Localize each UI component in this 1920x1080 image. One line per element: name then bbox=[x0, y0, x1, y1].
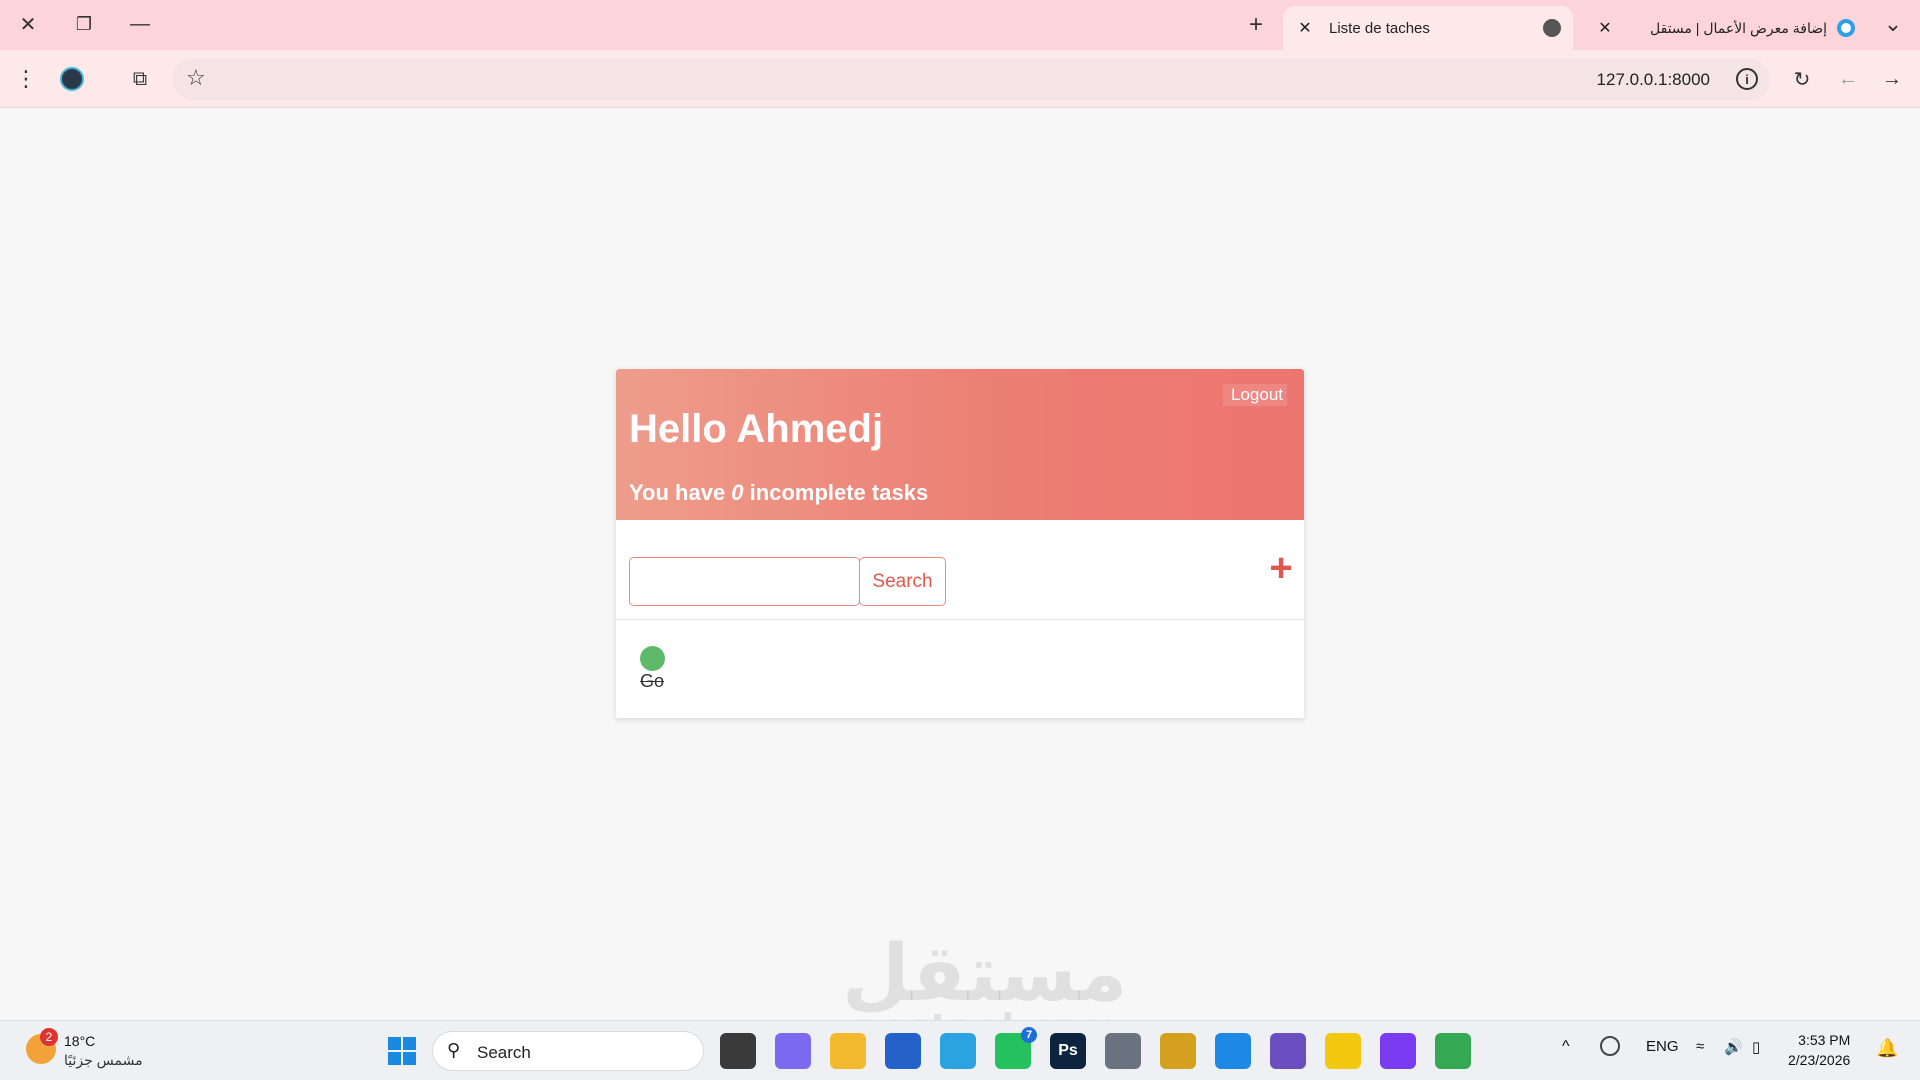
whatsapp-icon[interactable]: 7 bbox=[995, 1027, 1037, 1069]
file-explorer-icon[interactable] bbox=[830, 1033, 866, 1069]
clock-time: 3:53 PM bbox=[1798, 1032, 1851, 1048]
logout-link[interactable]: Logout bbox=[1223, 384, 1287, 406]
incomplete-summary: You have 0 incomplete tasks bbox=[629, 480, 928, 506]
tab-title: Liste de taches bbox=[1329, 19, 1430, 37]
menu-kebab-icon[interactable]: ⋮ bbox=[10, 63, 42, 95]
task-complete-status-icon bbox=[640, 646, 665, 671]
start-button[interactable] bbox=[384, 1033, 420, 1069]
task-list: Go bbox=[616, 620, 1304, 718]
tab-search-chevron-down-icon[interactable]: ⌄ bbox=[1866, 6, 1920, 42]
wifi-icon[interactable]: ≈ bbox=[1696, 1038, 1704, 1055]
window-minimize-icon[interactable]: — bbox=[112, 6, 168, 42]
tab-mostaql[interactable]: ✕ إضافة معرض الأعمال | مستقل bbox=[1583, 6, 1867, 50]
search-input[interactable] bbox=[629, 557, 860, 606]
notification-badge: 7 bbox=[1021, 1027, 1037, 1043]
window-close-icon[interactable]: ✕ bbox=[0, 6, 56, 42]
calculator-icon[interactable] bbox=[1105, 1033, 1141, 1069]
address-bar[interactable]: ☆ 127.0.0.1:8000 i bbox=[172, 59, 1770, 100]
tab-close-icon[interactable]: ✕ bbox=[1591, 14, 1619, 42]
notification-bell-icon[interactable]: 🔔 bbox=[1876, 1038, 1898, 1059]
volume-icon[interactable]: 🔊 bbox=[1724, 1038, 1743, 1056]
task-item[interactable]: Go bbox=[640, 646, 665, 692]
url-text[interactable]: 127.0.0.1:8000 bbox=[1597, 70, 1710, 90]
clock-date: 2/23/2026 bbox=[1788, 1052, 1851, 1068]
site-info-icon[interactable]: i bbox=[1736, 68, 1758, 90]
chrome-icon[interactable] bbox=[1435, 1033, 1471, 1069]
tab-title: إضافة معرض الأعمال | مستقل bbox=[1650, 19, 1827, 36]
forward-arrow-icon[interactable]: → bbox=[1876, 63, 1908, 95]
battery-icon[interactable]: ▯ bbox=[1752, 1038, 1760, 1056]
browser-toolbar: ⋮ ⧉ ☆ 127.0.0.1:8000 i ↻ ← → bbox=[0, 50, 1920, 108]
system-clock[interactable]: 3:53 PM 2/23/2026 bbox=[1788, 1030, 1850, 1070]
search-icon: ⚲ bbox=[447, 1040, 461, 1060]
incomplete-count: 0 bbox=[731, 480, 744, 505]
todo-card: Logout Hello Ahmedj You have 0 incomplet… bbox=[616, 369, 1304, 718]
reload-icon[interactable]: ↻ bbox=[1786, 63, 1818, 95]
window-restore-icon[interactable]: ❐ bbox=[56, 6, 112, 42]
notification-badge: 2 bbox=[40, 1028, 58, 1046]
tab-strip: ✕ ❐ — + ✕ Liste de taches ✕ إضافة معرض ا… bbox=[0, 0, 1920, 50]
search-row: Search + bbox=[616, 520, 1304, 620]
power-bi-icon[interactable] bbox=[1325, 1033, 1361, 1069]
taskbar-search-box[interactable]: ⚲ Search bbox=[432, 1031, 704, 1071]
visual-studio-icon[interactable] bbox=[1270, 1033, 1306, 1069]
card-header: Logout Hello Ahmedj You have 0 incomplet… bbox=[616, 369, 1304, 520]
mostaql-logo-icon bbox=[1837, 19, 1855, 37]
photoshop-icon[interactable]: Ps bbox=[1050, 1033, 1086, 1069]
windows-logo-icon bbox=[388, 1037, 416, 1065]
summary-prefix: You have bbox=[629, 480, 732, 505]
app-vpn-icon[interactable] bbox=[1380, 1033, 1416, 1069]
telegram-icon[interactable] bbox=[940, 1033, 976, 1069]
globe-icon bbox=[1543, 19, 1561, 37]
vs-code-icon[interactable] bbox=[1215, 1033, 1251, 1069]
tab-liste-de-taches[interactable]: ✕ Liste de taches bbox=[1283, 6, 1573, 50]
profile-avatar[interactable] bbox=[56, 63, 88, 95]
language-indicator[interactable]: ENG bbox=[1646, 1038, 1679, 1055]
bookmark-star-icon[interactable]: ☆ bbox=[186, 65, 206, 91]
search-button[interactable]: Search bbox=[859, 557, 946, 606]
show-hidden-icons-chevron-up-icon[interactable]: ^ bbox=[1562, 1038, 1570, 1056]
task-title[interactable]: Go bbox=[640, 671, 665, 692]
task-view-icon[interactable] bbox=[720, 1033, 756, 1069]
onedrive-status-icon[interactable] bbox=[1600, 1036, 1620, 1056]
weather-widget[interactable]: 2 18°C مشمس جزئيًا bbox=[26, 1028, 166, 1074]
taskbar-search-placeholder: Search bbox=[477, 1043, 531, 1062]
back-arrow-icon[interactable]: ← bbox=[1832, 63, 1864, 95]
summary-suffix: incomplete tasks bbox=[743, 480, 929, 505]
tab-close-icon[interactable]: ✕ bbox=[1291, 14, 1319, 42]
weather-description: مشمس جزئيًا bbox=[64, 1052, 143, 1068]
greeting-heading: Hello Ahmedj bbox=[629, 407, 884, 451]
app-hexagon-icon[interactable] bbox=[1160, 1033, 1196, 1069]
weather-temperature: 18°C bbox=[64, 1033, 96, 1049]
new-tab-button[interactable]: + bbox=[1240, 9, 1272, 41]
extensions-icon[interactable]: ⧉ bbox=[124, 63, 156, 95]
add-task-plus-icon[interactable]: + bbox=[1261, 548, 1301, 590]
microsoft-store-icon[interactable] bbox=[885, 1033, 921, 1069]
copilot-icon[interactable] bbox=[775, 1033, 811, 1069]
windows-taskbar: 2 18°C مشمس جزئيًا ⚲ Search 7 Ps ^ ENG ≈ … bbox=[0, 1020, 1920, 1080]
